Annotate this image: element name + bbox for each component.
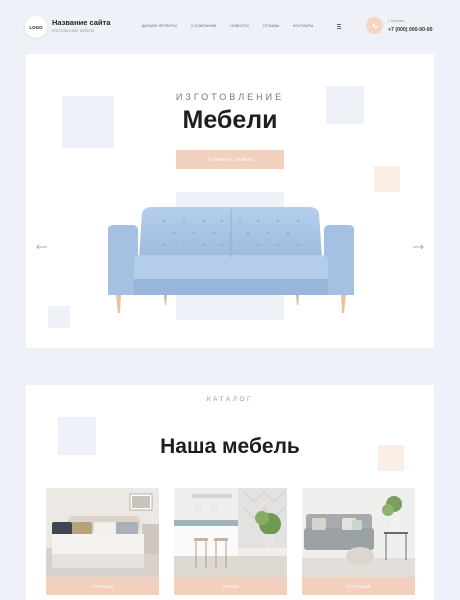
nav-item-news[interactable]: Новости <box>230 24 248 28</box>
city-label: г. Москва <box>388 19 404 23</box>
card-label: Кухни <box>174 577 287 595</box>
request-button[interactable]: Оставить заявку <box>176 150 284 169</box>
catalog-card-kitchen[interactable]: Кухни <box>174 488 287 595</box>
kitchen-image <box>174 488 287 577</box>
sofa-image <box>108 207 354 313</box>
catalog-title: Наша мебель <box>160 435 300 458</box>
phone-icon[interactable] <box>366 17 383 34</box>
header: LOGO Название сайта Изготовление мебели … <box>0 0 460 54</box>
bedroom-image <box>46 488 159 577</box>
hero-subtitle: Изготовление <box>175 92 285 102</box>
catalog-card-living-room[interactable]: Гостиные <box>302 488 415 595</box>
nav-item-contacts[interactable]: Контакты <box>293 24 313 28</box>
arrow-left-icon[interactable] <box>36 244 48 250</box>
nav-item-about[interactable]: О компании <box>191 24 216 28</box>
hero-title: Мебели <box>182 106 278 134</box>
card-label: Гостиные <box>302 577 415 595</box>
arrow-right-icon[interactable] <box>412 244 424 250</box>
decor-square <box>48 306 70 328</box>
catalog-section: Каталог Наша мебель Спальни <box>26 385 434 600</box>
nav-item-reviews[interactable]: Отзывы <box>263 24 279 28</box>
living-room-image <box>302 488 415 577</box>
site-description: Изготовление мебели <box>52 28 95 33</box>
site-name[interactable]: Название сайта <box>52 18 110 27</box>
card-label: Спальни <box>46 577 159 595</box>
catalog-card-bedroom[interactable]: Спальни <box>46 488 159 595</box>
decor-square <box>374 166 400 192</box>
menu-icon[interactable] <box>337 24 341 29</box>
nav-item-design[interactable]: Дизайн-проекты <box>142 24 177 28</box>
hero-section: Изготовление Мебели Оставить заявку <box>26 54 434 348</box>
phone-number[interactable]: +7 (000) 000-00-00 <box>388 27 433 33</box>
main-nav: Дизайн-проекты О компании Новости Отзывы… <box>142 24 327 28</box>
catalog-subtitle: Каталог <box>206 396 254 403</box>
logo[interactable]: LOGO <box>25 16 47 38</box>
